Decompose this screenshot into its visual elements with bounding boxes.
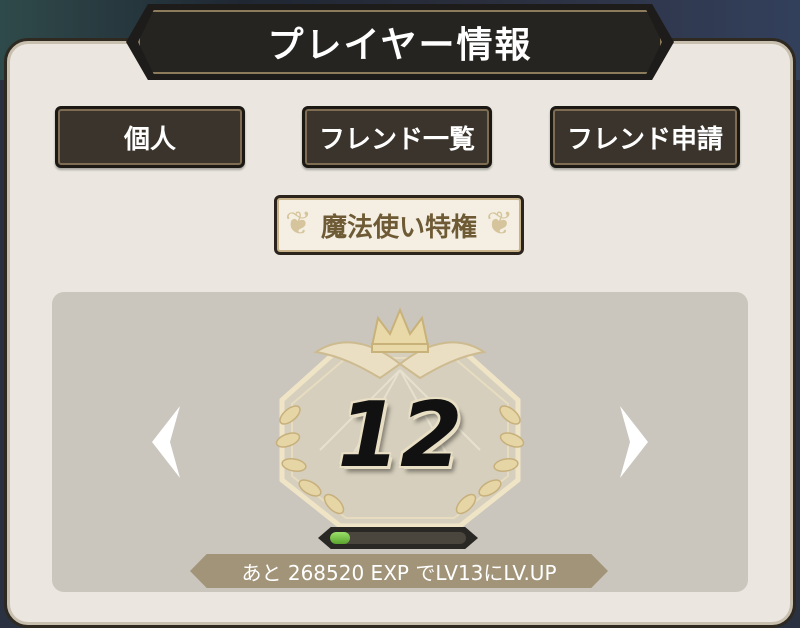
tab-friend-list[interactable]: フレンド一覧 [302,106,492,168]
page-title: プレイヤー情報 [267,25,533,66]
wizard-privilege-button[interactable]: ❦ 魔法使い特権 ❦ [274,195,524,255]
exp-progress-fill [330,532,351,544]
exp-remaining-label: あと 268520 EXP でLV13にLV.UP [190,554,608,588]
exp-progress-bar [330,532,466,544]
laurel-left-icon: ❦ [285,204,312,242]
chevron-left-icon[interactable] [146,402,186,482]
chevron-right-icon[interactable] [614,402,654,482]
tab-personal[interactable]: 個人 [55,106,245,168]
laurel-right-icon: ❦ [486,204,513,242]
tab-friend-request[interactable]: フレンド申請 [550,106,740,168]
wizard-privilege-label: 魔法使い特権 [320,212,477,243]
player-level: 12 [337,382,463,488]
